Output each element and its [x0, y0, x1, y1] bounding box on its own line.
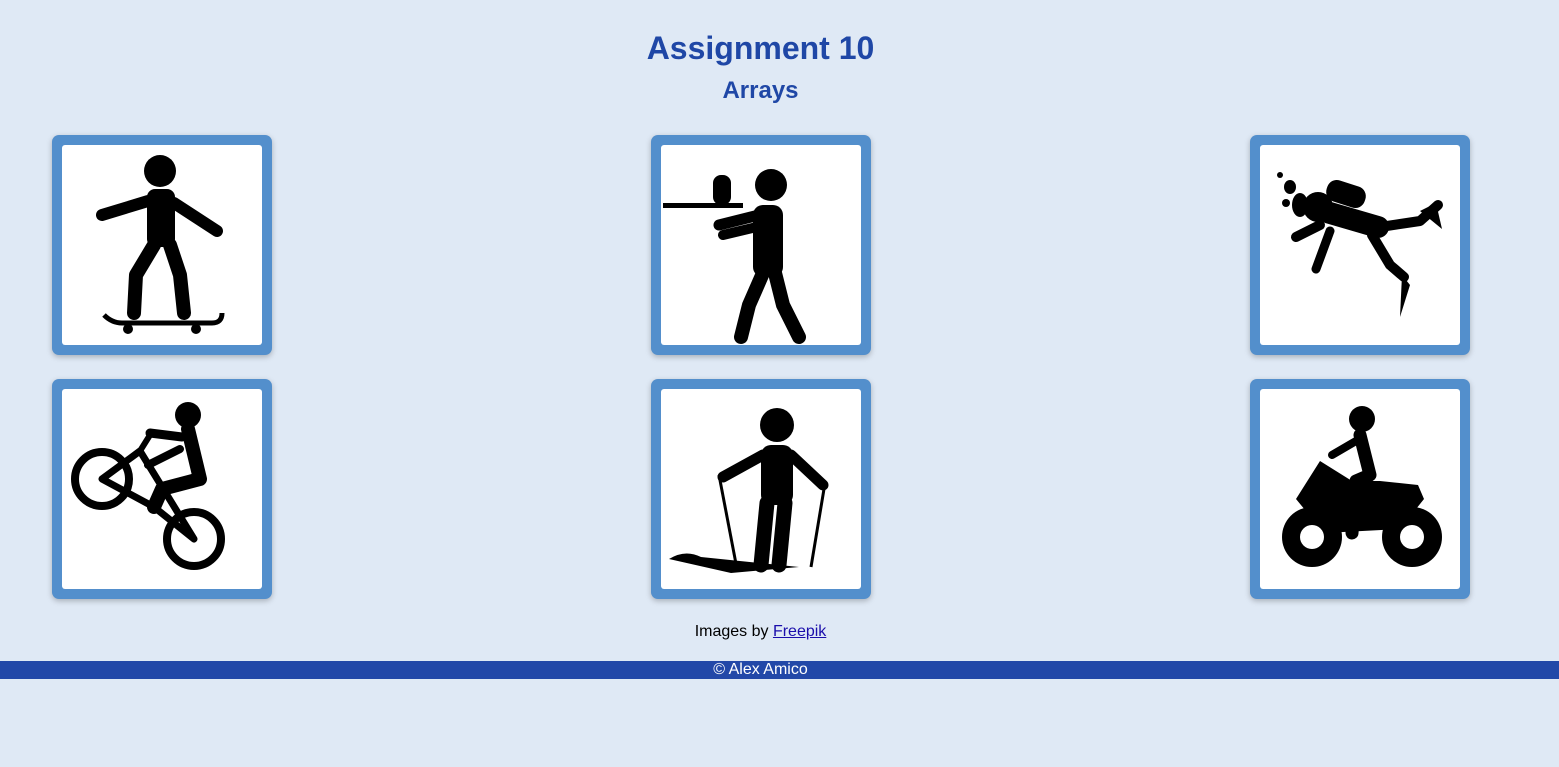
image-frame: [1260, 389, 1460, 589]
freepik-link[interactable]: Freepik: [773, 623, 826, 640]
copyright-text: © Alex Amico: [713, 661, 808, 678]
image-frame: [62, 389, 262, 589]
image-tile-paintball: [651, 135, 871, 355]
image-tile-bmx: [52, 379, 272, 599]
page-subtitle: Arrays: [722, 77, 799, 104]
footer-bar: © Alex Amico: [0, 661, 1559, 679]
image-frame: [661, 389, 861, 589]
skier-icon: [669, 408, 829, 573]
image-tile-scuba: [1250, 135, 1470, 355]
paintball-player-icon: [663, 169, 806, 344]
skateboarder-icon: [96, 155, 225, 334]
credits-prefix: Images by: [694, 623, 769, 640]
image-credits: Images by Freepik: [0, 622, 1521, 642]
bmx-wheelie-icon: [71, 402, 225, 570]
page-title: Assignment 10: [646, 30, 875, 66]
atv-rider-icon: [1282, 406, 1442, 567]
scuba-diver-icon: [1277, 172, 1443, 317]
image-frame: [1260, 145, 1460, 345]
image-tile-skateboarder: [52, 135, 272, 355]
image-tile-skier: [651, 379, 871, 599]
image-tile-atv: [1250, 379, 1470, 599]
image-frame: [661, 145, 861, 345]
image-frame: [62, 145, 262, 345]
